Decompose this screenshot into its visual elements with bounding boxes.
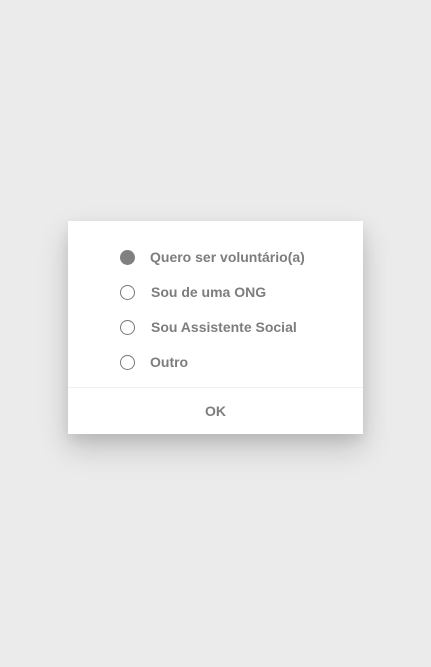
option-volunteer-label: Quero ser voluntário(a) (150, 249, 305, 265)
radio-other-icon[interactable] (120, 355, 135, 370)
option-ngo[interactable]: Sou de uma ONG (68, 274, 363, 309)
option-social-worker[interactable]: Sou Assistente Social (68, 309, 363, 344)
option-volunteer[interactable]: Quero ser voluntário(a) (68, 239, 363, 274)
option-ngo-label: Sou de uma ONG (151, 284, 267, 300)
radio-group: Quero ser voluntário(a) Sou de uma ONG S… (68, 221, 363, 387)
radio-social-worker-icon[interactable] (120, 320, 135, 335)
choice-dialog: Quero ser voluntário(a) Sou de uma ONG S… (68, 221, 363, 434)
ok-button[interactable]: OK (68, 388, 363, 434)
radio-ngo-icon[interactable] (120, 285, 135, 300)
option-other[interactable]: Outro (68, 344, 363, 379)
option-other-label: Outro (150, 354, 189, 370)
option-social-worker-label: Sou Assistente Social (151, 319, 297, 335)
radio-volunteer-icon[interactable] (120, 250, 135, 265)
